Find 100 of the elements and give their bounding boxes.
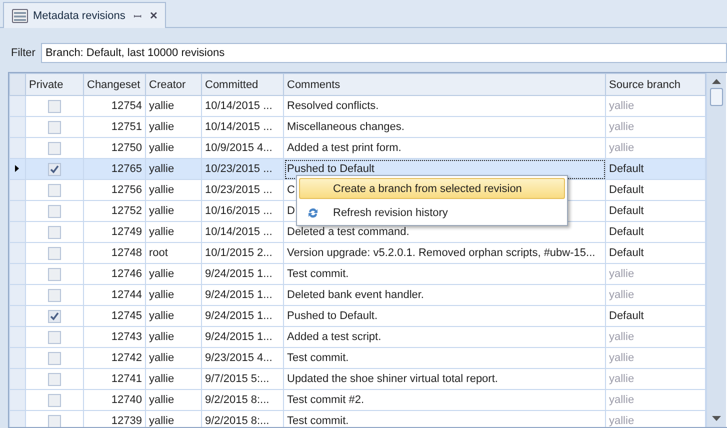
table-cell: Test commit #2. [287, 394, 364, 406]
table-cell: yallie [609, 394, 634, 406]
menu-item[interactable]: Refresh revision history [299, 202, 565, 223]
close-button[interactable]: ✕ [149, 10, 158, 22]
private-checkbox[interactable] [48, 352, 61, 364]
table-cell: yallie [609, 415, 634, 427]
current-row-icon [15, 165, 19, 172]
private-checkbox[interactable] [48, 394, 61, 406]
table-cell: yallie [609, 352, 634, 364]
table-cell: 9/24/2015 1... [205, 331, 272, 343]
column-header[interactable]: Changeset [84, 74, 146, 96]
private-checkbox[interactable] [48, 142, 61, 154]
table-cell: yallie [609, 289, 634, 301]
private-checkbox[interactable] [48, 120, 61, 134]
private-checkbox[interactable] [48, 288, 61, 302]
table-cell: Deleted a test command. [287, 226, 410, 238]
private-checkbox[interactable] [48, 204, 61, 218]
table-cell: 12752 [111, 205, 142, 217]
scroll-up-icon[interactable] [712, 79, 721, 84]
table-cell: yallie [149, 373, 174, 385]
table-cell: yallie [149, 142, 174, 154]
table-cell: Version upgrade: v5.2.0.1. Removed orphan scripts, #ubw-15... [287, 247, 596, 259]
table-cell: 12751 [111, 121, 142, 133]
table-cell: yallie [149, 100, 174, 112]
table-cell: 12740 [111, 394, 142, 406]
pin-button[interactable]: ꟷ [133, 8, 142, 22]
table-cell: Default [609, 184, 644, 196]
private-checkbox[interactable] [48, 246, 61, 260]
private-checkbox[interactable] [48, 414, 61, 427]
table-cell: 12749 [111, 226, 142, 238]
menu-item[interactable]: Create a branch from selected revision [299, 178, 565, 199]
column-header[interactable]: Source branch [606, 74, 706, 96]
column-header[interactable]: Private [26, 74, 84, 96]
table-cell: 10/14/2015 ... [205, 226, 272, 238]
table-cell: Test commit. [287, 415, 349, 427]
table-cell: Default [609, 163, 644, 175]
private-checkbox[interactable] [48, 184, 61, 196]
table-cell: Added a test script. [287, 331, 382, 343]
table-cell: D [287, 205, 295, 217]
table-cell: 12743 [111, 331, 142, 343]
table-cell: 9/23/2015 4... [205, 352, 272, 364]
table-cell: 9/24/2015 1... [205, 268, 272, 280]
table-cell: yallie [609, 268, 634, 280]
table-cell: 10/23/2015 ... [205, 163, 272, 175]
table-cell: yallie [149, 394, 174, 406]
table-cell: Test commit. [287, 268, 349, 280]
filter-label: Filter [11, 47, 36, 59]
table-cell: 12748 [111, 247, 142, 259]
row-indicator[interactable] [10, 158, 26, 180]
table-cell: 10/14/2015 ... [205, 121, 272, 133]
table-cell: Updated the shoe shiner virtual total report. [287, 373, 498, 385]
table-cell: 12765 [111, 163, 142, 175]
private-checkbox[interactable] [48, 372, 61, 386]
table-cell: 12744 [111, 289, 142, 301]
table-cell: Resolved conflicts. [287, 100, 379, 112]
table-cell: Default [609, 247, 644, 259]
scroll-thumb[interactable] [710, 88, 723, 106]
table-cell: 10/16/2015 ... [205, 205, 272, 217]
column-header[interactable]: Comments [284, 74, 606, 96]
table-cell: Deleted bank event handler. [287, 289, 424, 301]
refresh-icon [307, 206, 319, 218]
table-cell: yallie [149, 289, 174, 301]
table-cell: Default [609, 226, 644, 238]
header-corner [10, 74, 26, 96]
private-checkbox[interactable] [48, 162, 61, 176]
table-cell: 10/14/2015 ... [205, 100, 272, 112]
private-checkbox[interactable] [48, 100, 61, 112]
table-cell: 9/24/2015 1... [205, 289, 272, 301]
table-cell: 9/2/2015 8:... [205, 394, 270, 406]
private-checkbox[interactable] [48, 330, 61, 344]
table-cell: yallie [149, 226, 174, 238]
table-cell: root [149, 247, 168, 259]
column-header[interactable]: Creator [146, 74, 202, 96]
table-cell: yallie [609, 100, 634, 112]
table-cell: 10/9/2015 4... [205, 142, 272, 154]
private-checkbox[interactable] [48, 226, 61, 238]
vertical-scrollbar[interactable] [706, 73, 726, 427]
column-header[interactable]: Committed [202, 74, 284, 96]
table-cell: 12745 [111, 310, 142, 322]
table-cell: Pushed to Default. [287, 310, 378, 322]
table-cell: 12754 [111, 100, 142, 112]
table-cell: yallie [609, 142, 634, 154]
table-cell: yallie [609, 331, 634, 343]
filter-field[interactable]: Branch: Default, last 10000 revisions [41, 43, 727, 63]
table-cell: 12746 [111, 268, 142, 280]
table-cell: yallie [149, 268, 174, 280]
table-cell: yallie [149, 310, 174, 322]
table-cell: 12750 [111, 142, 142, 154]
scroll-down-icon[interactable] [712, 416, 721, 421]
table-cell: Added a test print form. [287, 142, 402, 154]
table-cell: 12741 [111, 373, 142, 385]
private-checkbox[interactable] [48, 268, 61, 280]
table-cell: Default [609, 205, 644, 217]
private-checkbox[interactable] [48, 310, 61, 322]
tab-title: Metadata revisions [33, 10, 126, 22]
table-cell: C [287, 184, 295, 196]
table-cell: yallie [149, 331, 174, 343]
document-tab[interactable]: Metadata revisions ꟷ ✕ [3, 2, 166, 28]
table-cell: 9/24/2015 1... [205, 310, 272, 322]
table-cell: 12742 [111, 352, 142, 364]
